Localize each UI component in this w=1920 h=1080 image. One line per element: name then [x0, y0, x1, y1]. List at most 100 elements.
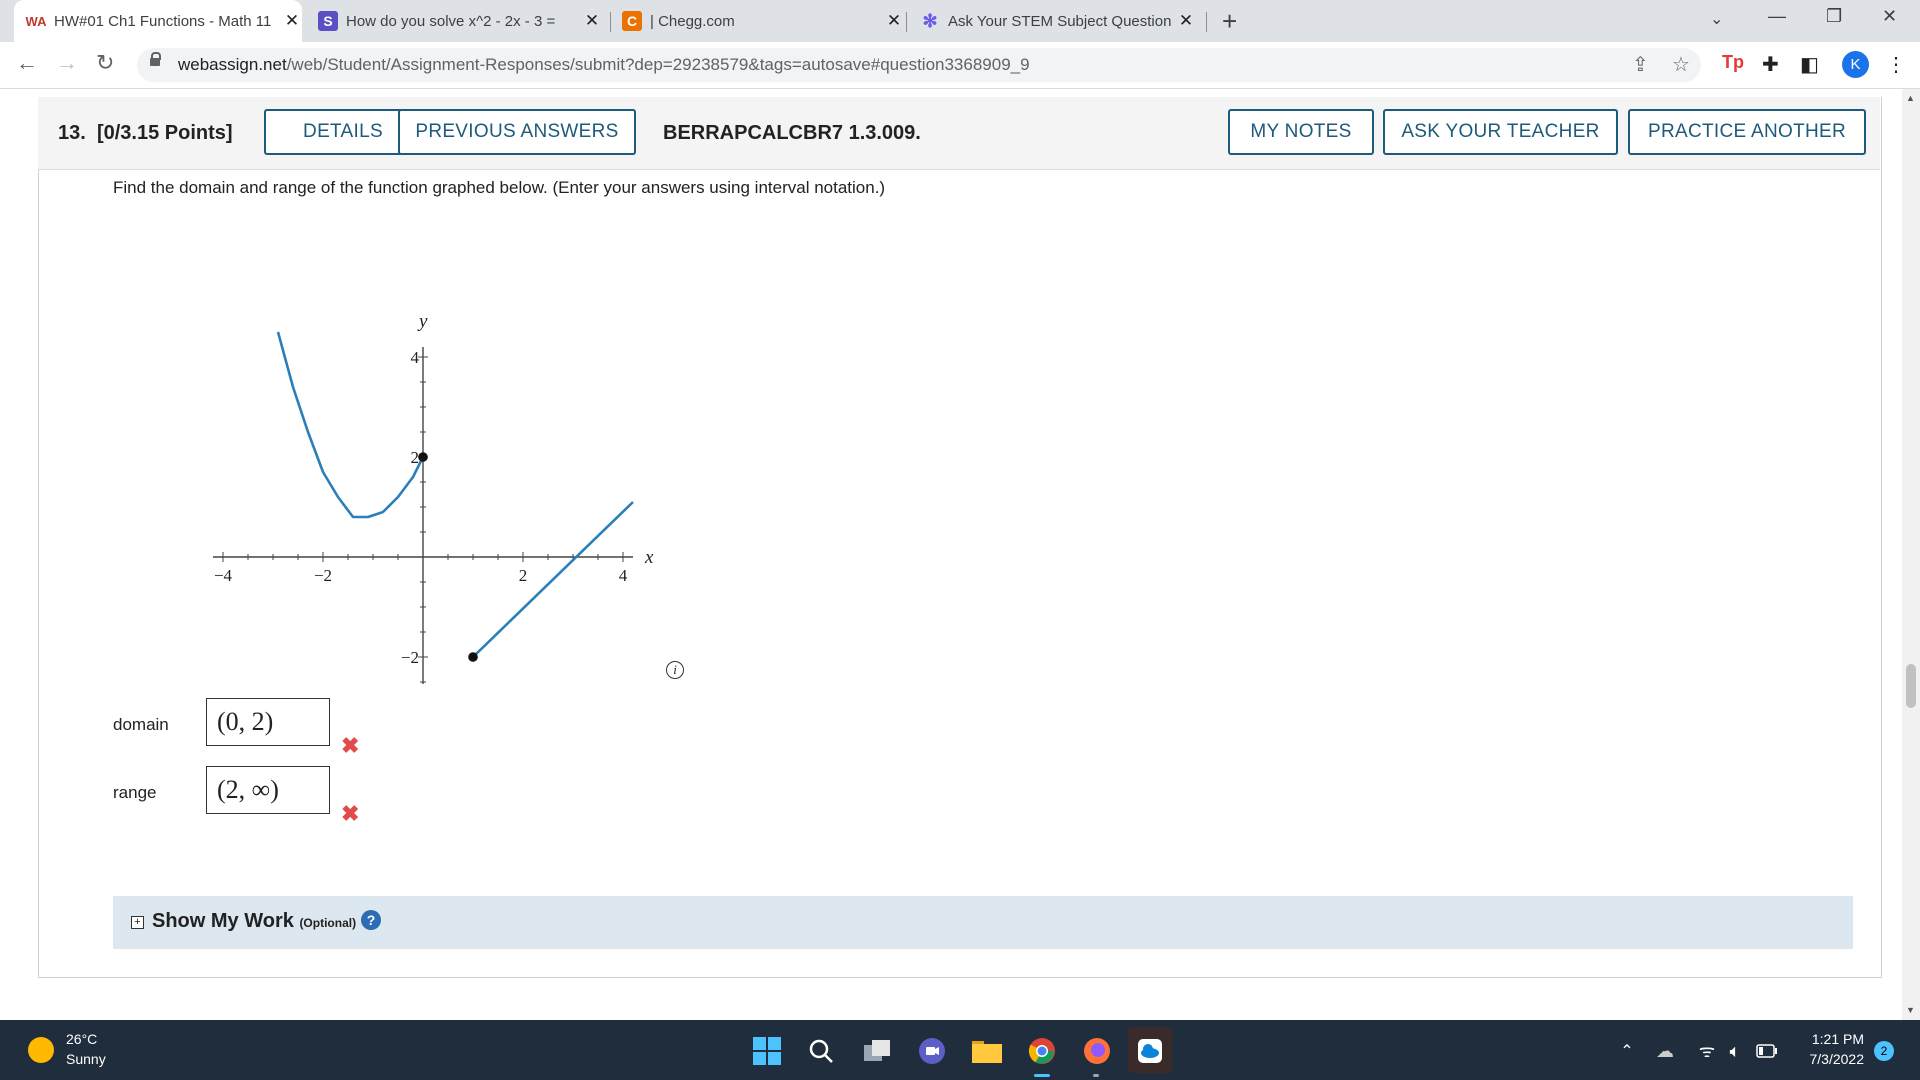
question-number: 13. [0/3.15 Points] [58, 122, 233, 145]
function-graph: −4−22442−2−4xy [213, 311, 654, 684]
reload-icon[interactable]: ↻ [96, 50, 114, 76]
tab-brainly[interactable]: ✻ Ask Your STEM Subject Question ✕ [920, 0, 1196, 42]
close-tab-icon[interactable]: ✕ [1176, 11, 1196, 31]
firefox-open-indicator [1093, 1074, 1099, 1077]
chrome-icon[interactable] [1027, 1036, 1057, 1066]
series-line [472, 501, 634, 658]
close-tab-icon[interactable]: ✕ [884, 11, 904, 31]
question-index: 13. [58, 122, 86, 144]
tab-title: How do you solve x^2 - 2x - 3 = [346, 12, 556, 30]
firefox-icon[interactable] [1082, 1036, 1112, 1066]
question-code: BERRAPCALCBR7 1.3.009. [663, 122, 921, 144]
graph-info-icon[interactable]: i [666, 661, 684, 679]
show-my-work-label: Show My Work [152, 910, 294, 932]
show-my-work-title[interactable]: Show My Work (Optional) [152, 910, 356, 933]
teams-chat-icon[interactable] [917, 1036, 947, 1066]
close-window-icon[interactable]: ✕ [1882, 6, 1897, 27]
tab-chegg[interactable]: C | Chegg.com ✕ [622, 0, 904, 42]
x-tick-label: 2 [519, 566, 528, 585]
domain-incorrect-icon: ✖ [341, 733, 360, 758]
clock[interactable]: 1:21 PM 7/3/2022 [1788, 1031, 1865, 1067]
expand-plus-icon[interactable]: + [131, 916, 144, 929]
x-tick-label: −2 [314, 566, 332, 585]
weather-temp[interactable]: 26°C [66, 1031, 97, 1047]
scrollbar-thumb[interactable] [1906, 664, 1916, 708]
my-notes-button[interactable]: MY NOTES [1228, 109, 1374, 155]
scroll-down-arrow-icon[interactable]: ▼ [1906, 1005, 1915, 1015]
question-prompt: Find the domain and range of the functio… [113, 178, 886, 197]
weather-sun-icon[interactable] [28, 1037, 54, 1063]
search-icon[interactable] [806, 1036, 836, 1066]
new-tab-icon[interactable]: + [1222, 6, 1237, 37]
tab-separator [1206, 12, 1207, 32]
volume-icon[interactable]: 🔈︎ [1720, 1036, 1750, 1066]
profile-avatar[interactable]: K [1842, 51, 1869, 78]
tab-webassign[interactable]: WA HW#01 Ch1 Functions - Math 11 ✕ [14, 0, 302, 42]
tab-socratic[interactable]: S How do you solve x^2 - 2x - 3 = ✕ [318, 0, 602, 42]
tab-separator [906, 12, 907, 32]
close-tab-icon[interactable]: ✕ [282, 11, 302, 31]
show-my-work-panel[interactable]: + Show My Work (Optional) ? [113, 896, 1853, 949]
forward-icon[interactable]: → [56, 50, 78, 76]
x-tick-label: 4 [619, 566, 628, 585]
file-explorer-icon[interactable] [972, 1036, 1002, 1066]
endpoint-dot [418, 452, 428, 462]
x-tick-label: −4 [214, 566, 233, 585]
taskbar: 26°C Sunny ⌃ ☁ ᯤ 🔈︎ 1:21 PM 7/3/2022 2 [0, 1020, 1920, 1080]
webassign-icon: WA [25, 13, 47, 29]
range-input[interactable]: (2, ∞) [206, 766, 330, 814]
close-tab-icon[interactable]: ✕ [582, 11, 602, 31]
bookmark-star-icon[interactable]: ☆ [1672, 52, 1690, 77]
share-icon[interactable]: ⇪ [1632, 52, 1649, 77]
menu-kebab-icon[interactable]: ⋮ [1886, 52, 1906, 77]
graph-plot [276, 331, 634, 662]
domain-input[interactable]: (0, 2) [206, 698, 330, 746]
endpoint-dot [468, 652, 478, 662]
clock-date: 7/3/2022 [1809, 1051, 1865, 1067]
url-text[interactable]: webassign.net/web/Student/Assignment-Res… [178, 55, 1030, 75]
onedrive-error-icon[interactable]: ☁ [1650, 1036, 1680, 1066]
help-question-icon[interactable]: ? [361, 910, 381, 930]
x-axis-label: x [644, 547, 654, 568]
url-path: /web/Student/Assignment-Responses/submit… [286, 55, 1030, 74]
graph-axes: −4−22442−2−4xy [213, 311, 654, 684]
y-axis-label: y [417, 311, 428, 332]
extension-tp-icon[interactable]: Tp [1722, 52, 1744, 73]
domain-label: domain [113, 715, 169, 734]
task-view-icon[interactable] [862, 1036, 892, 1066]
tab-separator [610, 12, 611, 32]
socratic-icon: S [318, 11, 338, 31]
chrome-active-indicator [1034, 1074, 1050, 1077]
y-tick-label: −2 [401, 648, 419, 667]
range-label: range [113, 783, 157, 802]
show-hidden-icons-icon[interactable]: ⌃ [1612, 1036, 1642, 1066]
page-scrollbar[interactable]: ▲ ▼ [1902, 89, 1920, 1021]
clock-time: 1:21 PM [1811, 1031, 1864, 1047]
notification-badge[interactable]: 2 [1874, 1041, 1894, 1061]
minimize-icon[interactable]: — [1768, 6, 1786, 27]
extensions-puzzle-icon[interactable]: ✚ [1762, 52, 1779, 77]
browser-toolbar: ← → ↻ webassign.net/web/Student/Assignme… [0, 42, 1920, 89]
onedrive-icon[interactable] [1135, 1036, 1165, 1066]
tab-strip: WA HW#01 Ch1 Functions - Math 11 ✕ S How… [0, 0, 1920, 42]
series-parabola [276, 331, 425, 519]
practice-another-button[interactable]: PRACTICE ANOTHER [1628, 109, 1866, 155]
wifi-icon[interactable]: ᯤ [1692, 1036, 1722, 1066]
battery-icon[interactable] [1752, 1036, 1782, 1066]
back-icon[interactable]: ← [16, 50, 38, 76]
url-host: webassign.net [178, 55, 287, 74]
weather-desc[interactable]: Sunny [66, 1051, 106, 1067]
optional-label: (Optional) [299, 916, 357, 930]
restore-icon[interactable]: ❐ [1826, 6, 1842, 27]
question-points: [0/3.15 Points] [96, 122, 233, 144]
windows-start-icon[interactable] [752, 1036, 782, 1066]
lock-icon[interactable] [150, 52, 161, 66]
y-tick-label: 2 [411, 448, 420, 467]
scroll-up-arrow-icon[interactable]: ▲ [1906, 93, 1915, 103]
question-header: 13. [0/3.15 Points] DETAILS PREVIOUS ANS… [38, 97, 1880, 170]
ask-your-teacher-button[interactable]: ASK YOUR TEACHER [1383, 109, 1618, 155]
previous-answers-button[interactable]: PREVIOUS ANSWERS [398, 109, 636, 155]
tab-search-icon[interactable]: ⌄ [1710, 9, 1723, 29]
brainly-icon: ✻ [922, 10, 938, 31]
side-panel-icon[interactable]: ◧ [1800, 52, 1819, 77]
